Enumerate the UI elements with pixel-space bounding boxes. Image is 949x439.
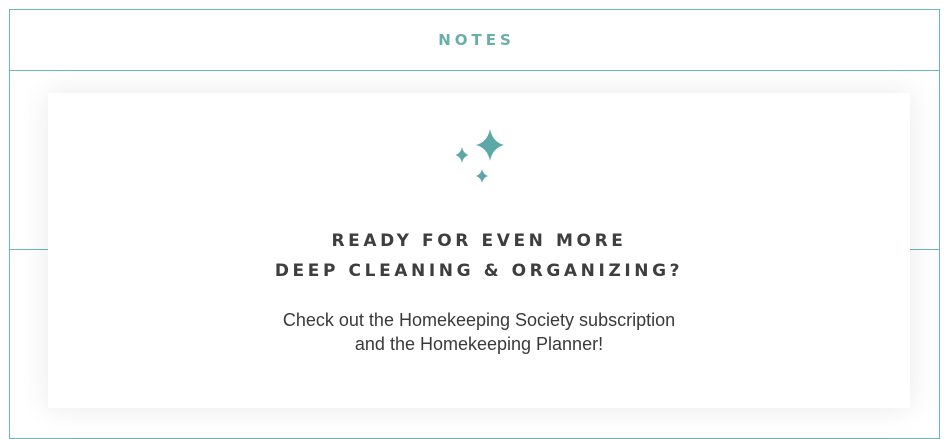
notes-header: NOTES bbox=[10, 10, 939, 71]
promo-card: READY FOR EVEN MORE DEEP CLEANING & ORGA… bbox=[48, 93, 910, 408]
sparkle-icon bbox=[455, 129, 504, 183]
promo-text: Check out the Homekeeping Society subscr… bbox=[48, 308, 910, 356]
promo-heading: READY FOR EVEN MORE DEEP CLEANING & ORGA… bbox=[48, 226, 910, 286]
promo-heading-line-2: DEEP CLEANING & ORGANIZING? bbox=[274, 261, 684, 281]
promo-text-line-1: Check out the Homekeeping Society subscr… bbox=[282, 310, 676, 330]
promo-text-line-2: and the Homekeeping Planner! bbox=[354, 334, 604, 354]
notes-title: NOTES bbox=[438, 31, 515, 49]
promo-heading-line-1: READY FOR EVEN MORE bbox=[331, 231, 627, 251]
